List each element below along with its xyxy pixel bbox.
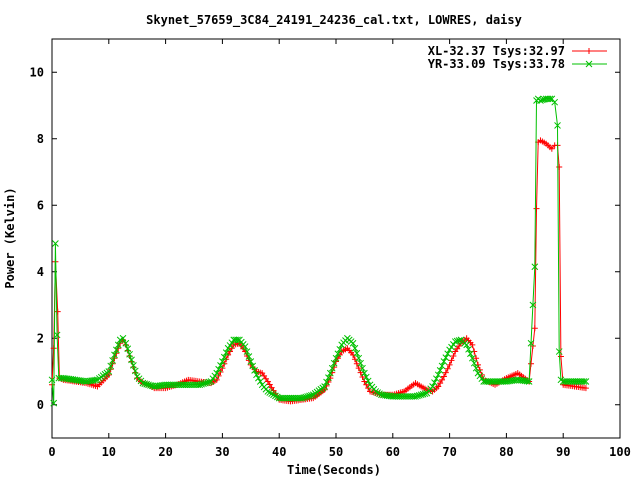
x-tick-label: 40 — [272, 445, 286, 459]
chart: Skynet_57659_3C84_24191_24236_cal.txt, L… — [0, 0, 640, 480]
y-tick-label: 2 — [37, 331, 44, 345]
x-tick-label: 30 — [215, 445, 229, 459]
x-tick-label: 100 — [609, 445, 631, 459]
chart-title: Skynet_57659_3C84_24191_24236_cal.txt, L… — [146, 13, 522, 28]
x-tick-label: 20 — [158, 445, 172, 459]
y-tick-label: 4 — [37, 265, 44, 279]
x-axis-label: Time(Seconds) — [287, 463, 381, 477]
x-tick-label: 60 — [386, 445, 400, 459]
x-tick-label: 10 — [102, 445, 116, 459]
chart-background — [0, 0, 640, 480]
x-tick-label: 70 — [442, 445, 456, 459]
x-tick-label: 50 — [329, 445, 343, 459]
y-tick-label: 6 — [37, 198, 44, 212]
legend-label-yr: YR-33.09 Tsys:33.78 — [428, 57, 565, 71]
y-tick-label: 8 — [37, 132, 44, 146]
y-tick-label: 10 — [30, 65, 44, 79]
x-tick-label: 90 — [556, 445, 570, 459]
x-tick-label: 0 — [48, 445, 55, 459]
legend-label-xl: XL-32.37 Tsys:32.97 — [428, 44, 565, 58]
y-axis-label: Power (Kelvin) — [3, 187, 17, 288]
y-tick-label: 0 — [37, 398, 44, 412]
x-tick-label: 80 — [499, 445, 513, 459]
